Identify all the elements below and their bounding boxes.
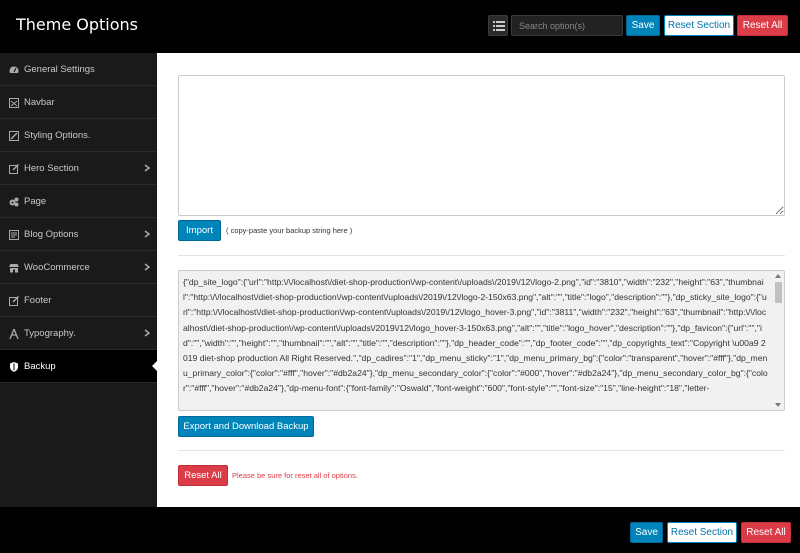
expand-options-button[interactable] — [488, 15, 508, 36]
shield-icon — [10, 362, 18, 372]
divider — [178, 450, 785, 451]
export-text: {"dp_site_logo":{"url":"http:\/\/localho… — [183, 277, 768, 394]
scroll-down-icon[interactable] — [775, 403, 781, 407]
navbar-icon — [9, 98, 19, 108]
reset-all-options-button[interactable]: Reset All — [178, 465, 228, 486]
sidebar-item-navbar[interactable]: Navbar — [0, 86, 157, 119]
sidebar-item-label: Hero Section — [24, 162, 79, 174]
sidebar-item-typography[interactable]: Typography. — [0, 317, 157, 350]
chevron-right-icon — [144, 263, 150, 271]
sidebar-item-label: Typography. — [24, 327, 76, 339]
sidebar-item-label: General Settings — [24, 63, 95, 75]
search-input[interactable] — [511, 15, 623, 36]
import-textarea[interactable] — [178, 75, 785, 216]
reset-warning-text: Please be sure for reset all of options. — [232, 471, 358, 480]
divider — [178, 255, 785, 256]
sidebar-item-label: WooCommerce — [24, 261, 90, 273]
list-icon — [493, 21, 505, 31]
export-textarea[interactable]: {"dp_site_logo":{"url":"http:\/\/localho… — [178, 270, 785, 411]
reset-all-button[interactable]: Reset All — [741, 522, 791, 543]
sidebar: General Settings Navbar Styling Options.… — [0, 53, 157, 507]
sidebar-item-footer[interactable]: Footer — [0, 284, 157, 317]
import-button[interactable]: Import — [178, 220, 221, 241]
reset-section-button[interactable]: Reset Section — [667, 522, 737, 543]
scrollbar[interactable] — [773, 271, 784, 410]
edit-icon — [9, 296, 19, 306]
reset-all-button[interactable]: Reset All — [737, 15, 788, 36]
sidebar-item-label: Navbar — [24, 96, 55, 108]
export-download-button[interactable]: Export and Download Backup — [178, 416, 314, 437]
edit-icon — [9, 164, 19, 174]
reset-section-button[interactable]: Reset Section — [664, 15, 734, 36]
sidebar-item-backup[interactable]: Backup — [0, 350, 157, 383]
tachometer-icon — [9, 66, 19, 73]
scroll-up-icon[interactable] — [775, 274, 781, 278]
chevron-right-icon — [144, 329, 150, 337]
sidebar-item-woocommerce[interactable]: WooCommerce — [0, 251, 157, 284]
save-button[interactable]: Save — [630, 522, 663, 543]
import-hint: ( copy-paste your backup string here ) — [226, 226, 353, 235]
scrollbar-thumb[interactable] — [775, 282, 782, 303]
sidebar-item-label: Styling Options. — [24, 129, 91, 141]
sidebar-item-general-settings[interactable]: General Settings — [0, 53, 157, 86]
save-button[interactable]: Save — [626, 15, 660, 36]
footer-bar: Save Reset Section Reset All — [0, 507, 800, 553]
sidebar-item-styling-options[interactable]: Styling Options. — [0, 119, 157, 152]
sidebar-item-label: Blog Options — [24, 228, 79, 240]
chevron-right-icon — [144, 230, 150, 238]
sidebar-item-label: Footer — [24, 294, 52, 306]
sidebar-item-page[interactable]: Page — [0, 185, 157, 218]
sidebar-item-label: Backup — [24, 360, 56, 372]
sidebar-item-blog-options[interactable]: Blog Options — [0, 218, 157, 251]
sidebar-item-label: Page — [24, 195, 47, 207]
page-title: Theme Options — [16, 15, 139, 34]
font-icon — [9, 329, 19, 339]
blog-icon — [9, 230, 19, 240]
cogs-icon — [9, 197, 19, 207]
store-icon — [9, 264, 19, 273]
main-content: Import ( copy-paste your backup string h… — [157, 53, 800, 507]
header-bar: Theme Options Save Reset Section Reset A… — [0, 0, 800, 53]
sidebar-item-hero-section[interactable]: Hero Section — [0, 152, 157, 185]
brush-icon — [9, 131, 19, 141]
chevron-right-icon — [144, 164, 150, 172]
